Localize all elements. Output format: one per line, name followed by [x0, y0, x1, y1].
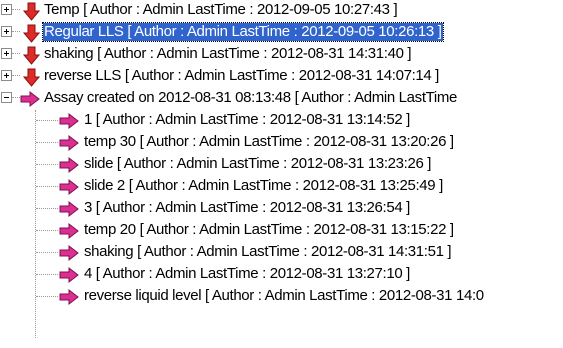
tree-child-node[interactable]: reverse liquid level [ Author : Admin La… — [0, 286, 563, 308]
tree-child-node[interactable]: shaking [ Author : Admin LastTime : 2012… — [0, 242, 563, 264]
tree-node-label[interactable]: temp 30 [ Author : Admin LastTime : 2012… — [83, 133, 455, 151]
tree-child-node[interactable]: slide [ Author : Admin LastTime : 2012-0… — [0, 154, 563, 176]
tree-child-node[interactable]: 1 [ Author : Admin LastTime : 2012-08-31… — [0, 110, 563, 132]
right-arrow-icon — [59, 265, 79, 285]
tree-child-node[interactable]: temp 20 [ Author : Admin LastTime : 2012… — [0, 220, 563, 242]
tree-connector — [36, 208, 58, 209]
tree-connector — [36, 120, 58, 121]
tree-node-temp[interactable]: Temp [ Author : Admin LastTime : 2012-09… — [0, 0, 563, 22]
tree-connector — [36, 296, 58, 297]
tree-node-reverse-lls[interactable]: reverse LLS [ Author : Admin LastTime : … — [0, 66, 563, 88]
tree-child-node[interactable]: 4 [ Author : Admin LastTime : 2012-08-31… — [0, 264, 563, 286]
tree-node-label[interactable]: temp 20 [ Author : Admin LastTime : 2012… — [83, 221, 455, 239]
right-arrow-icon — [59, 111, 79, 131]
expand-toggle[interactable] — [1, 4, 12, 15]
tree-connector — [12, 53, 20, 54]
expand-toggle[interactable] — [1, 26, 12, 37]
right-arrow-icon — [59, 287, 79, 307]
tree-child-node[interactable]: 3 [ Author : Admin LastTime : 2012-08-31… — [0, 198, 563, 220]
tree-node-label[interactable]: Temp [ Author : Admin LastTime : 2012-09… — [43, 1, 398, 19]
collapse-toggle[interactable] — [1, 92, 12, 103]
tree-node-regular-lls[interactable]: Regular LLS [ Author : Admin LastTime : … — [0, 22, 563, 44]
right-arrow-icon — [59, 133, 79, 153]
tree-connector — [36, 186, 58, 187]
tree-node-label[interactable]: shaking [ Author : Admin LastTime : 2012… — [83, 243, 452, 261]
down-arrow-icon — [20, 23, 40, 43]
tree-connector — [36, 230, 58, 231]
right-arrow-icon — [20, 89, 40, 109]
right-arrow-icon — [59, 243, 79, 263]
right-arrow-icon — [59, 199, 79, 219]
tree-child-node[interactable]: temp 30 [ Author : Admin LastTime : 2012… — [0, 132, 563, 154]
down-arrow-icon — [20, 45, 40, 65]
assay-tree-view[interactable]: Temp [ Author : Admin LastTime : 2012-09… — [0, 0, 563, 348]
tree-child-node[interactable]: slide 2 [ Author : Admin LastTime : 2012… — [0, 176, 563, 198]
tree-node-label[interactable]: slide 2 [ Author : Admin LastTime : 2012… — [83, 177, 444, 195]
tree-node-assay[interactable]: Assay created on 2012-08-31 08:13:48 [ A… — [0, 88, 563, 110]
tree-connector — [12, 31, 20, 32]
tree-node-label[interactable]: Regular LLS [ Author : Admin LastTime : … — [42, 22, 444, 42]
tree-connector — [36, 252, 58, 253]
right-arrow-icon — [59, 177, 79, 197]
tree-node-label[interactable]: 4 [ Author : Admin LastTime : 2012-08-31… — [83, 265, 411, 283]
tree-connector — [12, 75, 20, 76]
down-arrow-icon — [20, 1, 40, 21]
tree-node-label[interactable]: 3 [ Author : Admin LastTime : 2012-08-31… — [83, 199, 411, 217]
right-arrow-icon — [59, 155, 79, 175]
tree-connector — [12, 97, 20, 98]
expand-toggle[interactable] — [1, 48, 12, 59]
tree-node-label[interactable]: slide [ Author : Admin LastTime : 2012-0… — [83, 155, 432, 173]
tree-node-label[interactable]: Assay created on 2012-08-31 08:13:48 [ A… — [43, 89, 458, 107]
tree-node-label[interactable]: shaking [ Author : Admin LastTime : 2012… — [43, 45, 412, 63]
tree-connector — [36, 164, 58, 165]
tree-node-label[interactable]: 1 [ Author : Admin LastTime : 2012-08-31… — [83, 111, 411, 129]
tree-node-label[interactable]: reverse liquid level [ Author : Admin La… — [83, 287, 485, 305]
tree-connector — [12, 9, 20, 10]
expand-toggle[interactable] — [1, 70, 12, 81]
right-arrow-icon — [59, 221, 79, 241]
down-arrow-icon — [20, 67, 40, 87]
tree-node-shaking[interactable]: shaking [ Author : Admin LastTime : 2012… — [0, 44, 563, 66]
tree-connector — [36, 142, 58, 143]
tree-connector — [36, 274, 58, 275]
tree-node-label[interactable]: reverse LLS [ Author : Admin LastTime : … — [43, 67, 440, 85]
